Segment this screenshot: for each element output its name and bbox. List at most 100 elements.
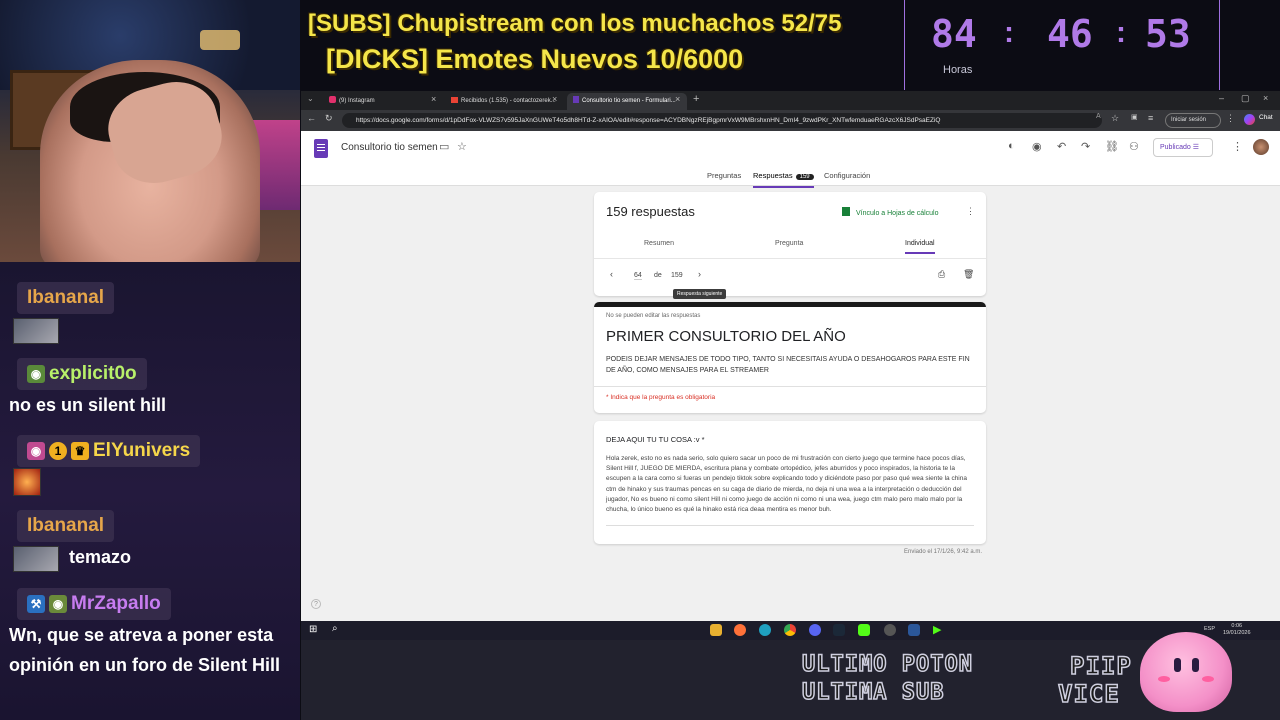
delete-icon[interactable]: 🗑 [963,269,974,280]
calculator-icon[interactable] [908,624,920,636]
emote-badge-icon: ◉ [27,442,45,460]
timer-separator: : [1004,16,1014,49]
folder-icon[interactable]: ▭ [439,140,449,153]
url-input[interactable]: https://docs.google.com/forms/d/1pDdFox-… [342,113,1102,128]
maximize-icon[interactable]: ▢ [1241,93,1250,104]
timer-hours-label: Horas [943,64,973,76]
emote-image [13,318,59,344]
new-tab-icon[interactable]: + [693,93,699,105]
windows-start-icon[interactable]: ⊞ [309,624,317,635]
file-explorer-icon[interactable] [710,624,722,636]
timer-separator: : [1116,16,1126,49]
timer-seconds: 53 [1145,12,1191,56]
sub-badge-icon: 1 [49,442,67,460]
crown-icon: ♛ [71,442,89,460]
steam-icon[interactable] [833,624,845,636]
pager-of: de [654,272,662,279]
tab-settings[interactable]: Configuración [824,171,870,180]
search-icon[interactable]: ⌕ [332,623,338,634]
link-to-sheets[interactable]: Vínculo a Hojas de cálculo [842,207,939,217]
tab-menu-icon[interactable]: ⌄ [307,94,314,103]
subtab-summary[interactable]: Resumen [644,240,674,247]
chat-text: no es un silent hill [9,395,167,415]
extensions-icon[interactable]: ▣ [1131,113,1138,121]
undo-icon[interactable]: ↶ [1057,140,1066,153]
tab-instagram[interactable]: (9) Instagram [323,93,443,110]
instagram-icon [329,96,336,103]
required-note: * Indica que la pregunta es obligatoria [606,394,716,401]
response-number-input[interactable]: 64 [634,272,642,280]
close-window-icon[interactable]: × [1263,93,1268,103]
google-forms-icon [314,139,328,158]
translate-icon[interactable]: A [1096,113,1101,120]
reload-icon[interactable]: ↻ [325,113,333,124]
close-tab-icon[interactable]: × [675,94,680,104]
chat-text: Wn, que se atreva a poner esta opinión e… [9,625,280,675]
language-indicator[interactable]: ESP [1204,626,1215,632]
minimize-icon[interactable]: – [1219,93,1224,103]
redo-icon[interactable]: ↷ [1081,140,1090,153]
tab-forms[interactable]: Consultorio tio semen - Formulari... [567,93,687,110]
preview-eye-icon[interactable]: ◉ [1032,140,1042,153]
chrome-icon[interactable] [784,624,796,636]
next-response-icon[interactable]: › [698,269,701,279]
pager-total: 159 [671,272,683,279]
answer-card: DEJA AQUI TU TU COSA :v * Hola zerek, es… [594,421,986,544]
kirby-sprite [1140,632,1232,712]
sheets-icon [842,207,850,216]
print-icon[interactable]: ⎙ [938,269,945,280]
tab-questions[interactable]: Preguntas [707,171,741,180]
edge-icon[interactable] [759,624,771,636]
signin-button[interactable]: Iniciar sesión [1165,113,1221,128]
form-title: PRIMER CONSULTORIO DEL AÑO [606,328,846,345]
tab-gmail[interactable]: Recibidos (1.535) - contactozerek... [445,93,565,110]
clock[interactable]: 0:06 19/01/2026 [1223,623,1251,637]
avatar[interactable] [1253,139,1269,155]
answer-text: Hola zerek, esto no es nada serio, solo … [606,455,967,514]
published-button[interactable]: Publicado ☰ [1153,138,1213,157]
discord-icon[interactable] [809,624,821,636]
responses-count-badge: 159 [795,174,814,180]
help-icon[interactable]: ? [311,599,321,609]
chat-username: ◉ explicit0o [17,358,147,390]
subathon-timer: 84 : 46 : 53 Horas [904,0,1220,90]
last-poton-label: ULTIMO POTON [801,651,973,678]
link-icon[interactable]: ⛓ [1105,140,1119,153]
palette-icon[interactable]: ◐ [1008,140,1015,152]
chat-button[interactable]: Chat [1259,114,1273,121]
more-options-icon[interactable]: ⋮ [1232,140,1243,153]
add-collaborator-icon[interactable]: ⚇ [1129,140,1139,153]
close-tab-icon[interactable]: × [431,94,436,104]
responses-title: 159 respuestas [606,204,695,219]
forms-header: Consultorio tio semen ▭ ☆ ◐ ◉ ↶ ↷ ⛓ ⚇ Pu… [301,131,1280,188]
piip-label: PIIP [1069,651,1132,681]
back-icon[interactable]: ← [307,113,316,123]
last-sub-label: ULTIMA SUB [801,679,945,706]
responses-summary-card: 159 respuestas Vínculo a Hojas de cálcul… [594,192,986,296]
prev-response-icon[interactable]: ‹ [610,269,613,279]
close-tab-icon[interactable]: × [552,94,557,104]
emote-badge-icon: ◉ [49,595,67,613]
taskbar: ⊞ ⌕ ▶ ESP 0:06 19/01/2026 [301,621,1280,640]
subtab-individual[interactable]: Individual [905,240,935,254]
kick-icon[interactable] [858,624,870,636]
more-options-icon[interactable]: ⋮ [966,206,975,217]
chat-text: temazo [69,547,132,567]
webcam-feed [0,0,300,262]
tab-responses[interactable]: Respuestas 159 [753,171,814,188]
kebab-menu-icon[interactable]: ⋮ [1226,113,1235,124]
chat-username: ◉ 1 ♛ ElYunivers [17,435,201,467]
play-icon[interactable]: ▶ [933,624,945,636]
subtab-question[interactable]: Pregunta [775,240,803,247]
obs-icon[interactable] [884,624,896,636]
doc-title[interactable]: Consultorio tio semen [341,142,438,153]
firefox-icon[interactable] [734,624,746,636]
star-icon[interactable]: ☆ [457,140,467,153]
hammer-badge-icon: ⚒ [27,595,45,613]
sent-timestamp: Enviado el 17/1/26, 9:42 a.m. [904,549,983,555]
emote-image [13,468,41,496]
bookmark-star-icon[interactable]: ☆ [1111,113,1119,124]
chat-username: Ibananal [17,282,115,314]
bottom-overlay [301,640,1280,720]
menu-lines-icon[interactable]: ≡ [1148,113,1153,123]
